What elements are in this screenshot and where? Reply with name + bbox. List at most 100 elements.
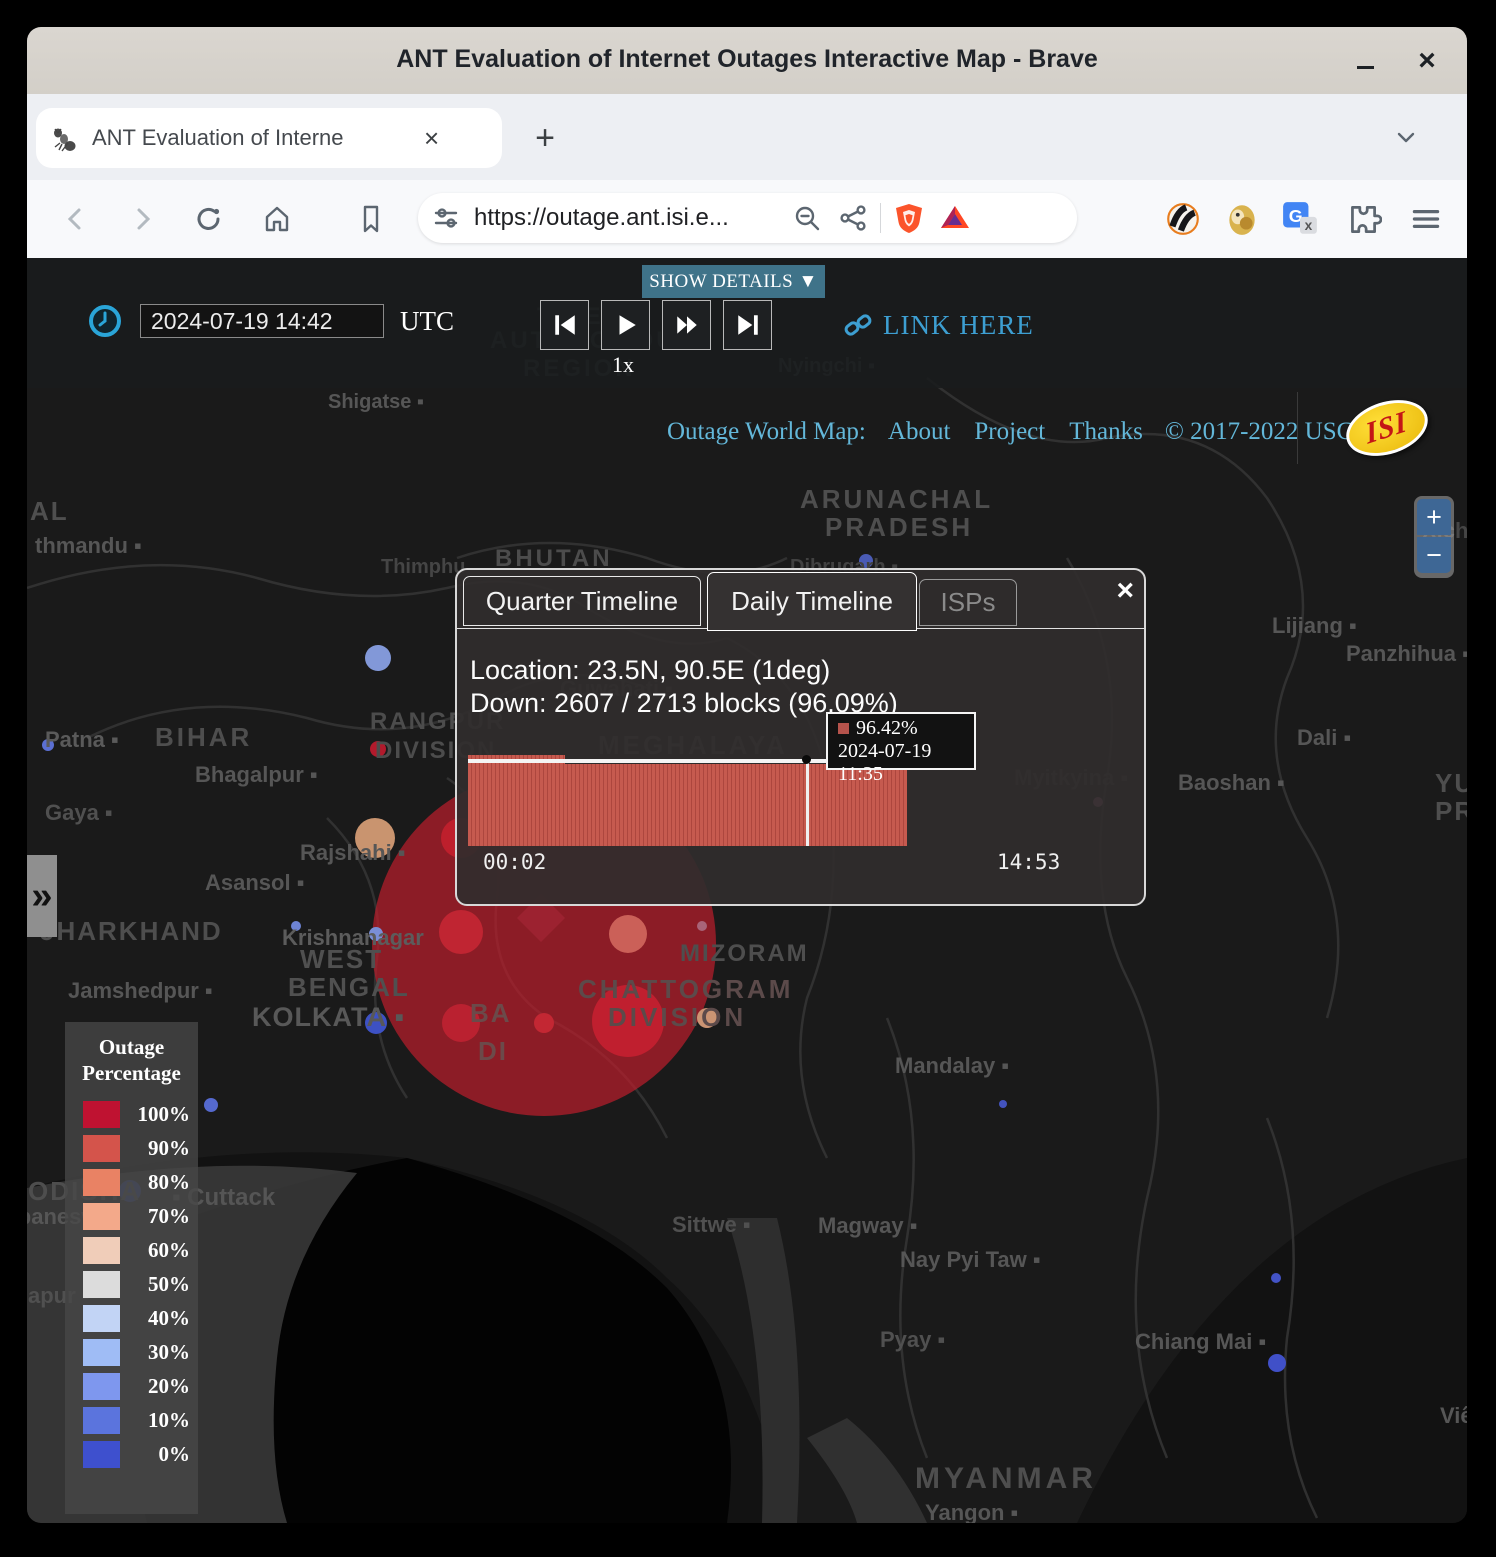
- map-control-bar: SHOW DETAILS ▼ UTC 1x LINK HERE: [27, 258, 1467, 388]
- outage-bubble-inner[interactable]: [439, 910, 483, 954]
- legend-swatch: [83, 1169, 120, 1196]
- location-line: Location: 23.5N, 90.5E (1deg): [470, 654, 898, 687]
- tab-title: ANT Evaluation of Interne: [92, 125, 422, 151]
- map-label-bhagalpur: Bhagalpur ▪: [195, 762, 318, 788]
- copyright: © 2017-2022 USC: [1165, 418, 1353, 446]
- map-label-dali: Dali ▪: [1297, 725, 1351, 751]
- map-label-west: WEST: [300, 944, 383, 975]
- monkey-extension-icon[interactable]: [1223, 200, 1261, 238]
- play-button[interactable]: [601, 300, 650, 350]
- browser-toolbar: https://outage.ant.isi.e...: [27, 180, 1467, 258]
- google-translate-extension-icon[interactable]: G x: [1281, 200, 1319, 238]
- outage-dot[interactable]: [1271, 1273, 1281, 1283]
- privacy-badger-extension-icon[interactable]: [1164, 200, 1202, 238]
- zoom-in-button[interactable]: +: [1417, 499, 1451, 535]
- map-label-kolkata: KOLKATA ▪: [252, 1002, 405, 1033]
- zoom-page-icon[interactable]: [792, 203, 822, 233]
- panel-close-icon[interactable]: ×: [1116, 576, 1134, 606]
- outage-legend: Outage Percentage 100%90%80%70%60%50%40%…: [65, 1022, 198, 1514]
- map-label-division: DIVISION: [608, 1002, 746, 1033]
- skip-to-end-button[interactable]: [723, 300, 772, 350]
- home-icon[interactable]: [260, 202, 294, 236]
- outage-bubble-inner[interactable]: [534, 1013, 554, 1033]
- link-here-button[interactable]: LINK HERE: [843, 310, 1034, 341]
- map-label-bengal: BENGAL: [288, 972, 410, 1003]
- tab-close-icon[interactable]: ×: [424, 125, 439, 151]
- back-icon[interactable]: [58, 202, 92, 236]
- menu-hamburger-icon[interactable]: [1407, 200, 1445, 238]
- brave-rewards-bat-icon[interactable]: [939, 202, 971, 234]
- close-window-button[interactable]: ×: [1407, 41, 1447, 81]
- location-info: Location: 23.5N, 90.5E (1deg) Down: 2607…: [470, 654, 898, 720]
- clock-icon: [88, 304, 122, 338]
- legend-label: 20%: [148, 1374, 190, 1399]
- map-label-arunachal: ARUNACHAL: [800, 484, 993, 515]
- legend-label: 0%: [159, 1442, 191, 1467]
- outage-dot[interactable]: [1268, 1354, 1286, 1372]
- tab-search-chevron-icon[interactable]: [1393, 124, 1419, 150]
- header-link-project[interactable]: Project: [974, 418, 1045, 446]
- map-label-vi: Viê: [1440, 1403, 1467, 1429]
- legend-label: 60%: [148, 1238, 190, 1263]
- brave-shields-icon[interactable]: [893, 202, 925, 234]
- timeline-cursor[interactable]: [806, 759, 809, 846]
- isi-logo[interactable]: ISI: [1339, 396, 1431, 458]
- outage-dot[interactable]: [999, 1100, 1007, 1108]
- reload-icon[interactable]: [192, 202, 226, 236]
- url-bar[interactable]: https://outage.ant.isi.e...: [418, 193, 1077, 243]
- header-link-thanks[interactable]: Thanks: [1069, 418, 1143, 446]
- datetime-input[interactable]: [140, 304, 384, 338]
- axis-start-label: 00:02: [483, 850, 546, 874]
- extensions-puzzle-icon[interactable]: [1344, 200, 1382, 238]
- legend-row-10%: 10%: [65, 1404, 198, 1438]
- fast-forward-button[interactable]: [662, 300, 711, 350]
- forward-icon[interactable]: [126, 202, 160, 236]
- tooltip-timestamp: 2024-07-19 11:35: [838, 740, 974, 786]
- outage-world-map[interactable]: TIBETAUTONOMOUSREGIONNyingchi ▪Shigatse …: [27, 258, 1467, 1523]
- site-settings-icon[interactable]: [432, 204, 460, 232]
- minimize-icon: [1357, 66, 1374, 69]
- legend-row-50%: 50%: [65, 1268, 198, 1302]
- legend-label: 40%: [148, 1306, 190, 1331]
- legend-row-40%: 40%: [65, 1302, 198, 1336]
- sidebar-expand-handle[interactable]: »: [27, 855, 57, 937]
- header-divider: [1297, 392, 1298, 464]
- legend-label: 100%: [138, 1102, 191, 1127]
- map-label-lijiang: Lijiang ▪: [1272, 613, 1357, 639]
- outage-bubble-inner[interactable]: [609, 915, 647, 953]
- share-icon[interactable]: [838, 203, 868, 233]
- tab-daily-timeline[interactable]: Daily Timeline: [707, 572, 917, 631]
- legend-row-70%: 70%: [65, 1200, 198, 1234]
- new-tab-button[interactable]: +: [527, 120, 563, 156]
- tab-isps[interactable]: ISPs: [919, 579, 1017, 626]
- outage-dot[interactable]: [204, 1098, 218, 1112]
- legend-swatch: [83, 1407, 120, 1434]
- legend-label: 70%: [148, 1204, 190, 1229]
- map-label-nay-pyi-taw: Nay Pyi Taw ▪: [900, 1247, 1041, 1273]
- url-text: https://outage.ant.isi.e...: [474, 204, 792, 232]
- map-label-al: AL: [30, 496, 69, 527]
- map-label-panzhihua: Panzhihua ▪: [1346, 641, 1467, 667]
- bookmark-icon[interactable]: [354, 202, 388, 236]
- map-zoom-control: + −: [1414, 496, 1454, 578]
- legend-swatch: [83, 1101, 120, 1128]
- legend-swatch: [83, 1339, 120, 1366]
- link-chain-icon: [843, 311, 873, 341]
- tooltip-value: 96.42%: [856, 717, 918, 739]
- legend-label: 90%: [148, 1136, 190, 1161]
- outage-dot[interactable]: [697, 921, 707, 931]
- outage-dot[interactable]: [365, 645, 391, 671]
- map-label-yangon: Yangon ▪: [925, 1500, 1018, 1523]
- show-details-button[interactable]: SHOW DETAILS ▼: [642, 265, 825, 298]
- zoom-out-button[interactable]: −: [1417, 537, 1451, 573]
- legend-swatch: [83, 1203, 120, 1230]
- map-label-chiang-mai: Chiang Mai ▪: [1135, 1329, 1266, 1355]
- map-label-myanmar: MYANMAR: [915, 1462, 1097, 1496]
- minimize-button[interactable]: [1345, 41, 1385, 81]
- tab-quarter-timeline[interactable]: Quarter Timeline: [463, 576, 701, 626]
- skip-to-start-button[interactable]: [540, 300, 589, 350]
- map-label-shigatse: Shigatse ▪: [328, 391, 424, 414]
- header-link-about[interactable]: About: [888, 418, 951, 446]
- map-label-thimphu: Thimphu: [381, 556, 465, 579]
- browser-tab[interactable]: ANT Evaluation of Interne ×: [36, 108, 502, 168]
